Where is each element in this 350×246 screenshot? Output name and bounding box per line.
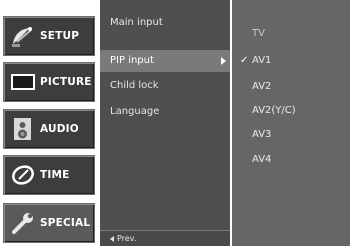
- option-label: AV1: [252, 55, 272, 66]
- category-label: SETUP: [40, 30, 80, 42]
- pip-input-options: TV ✓ AV1 AV2 AV2(Y/C) AV3 AV4: [232, 0, 350, 246]
- prev-button[interactable]: Prev.: [100, 230, 230, 246]
- check-icon: ✓: [240, 55, 249, 66]
- submenu-item-child-lock[interactable]: Child lock: [100, 75, 230, 97]
- chevron-left-icon: [110, 235, 114, 242]
- category-label: SPECIAL: [40, 217, 91, 229]
- category-picture[interactable]: PICTURE: [3, 62, 95, 102]
- option-label: AV4: [252, 154, 272, 165]
- submenu-item-label: Main input: [110, 17, 163, 28]
- submenu-item-label: PIP input: [110, 55, 154, 66]
- option-av3[interactable]: AV3: [232, 125, 350, 145]
- tv-osd-menu: SETUP PICTURE AUDIO TIME SPECIAL Main in…: [0, 0, 350, 246]
- category-label: PICTURE: [40, 76, 92, 88]
- prev-label: Prev.: [117, 234, 137, 243]
- submenu-item-pip-input[interactable]: PIP input: [100, 50, 230, 72]
- option-av2-yc[interactable]: AV2(Y/C): [232, 101, 350, 121]
- category-label: AUDIO: [40, 123, 79, 135]
- screen-icon: [11, 74, 35, 90]
- option-av1[interactable]: ✓ AV1: [232, 51, 350, 71]
- satellite-dish-icon: [12, 27, 32, 47]
- option-av2[interactable]: AV2: [232, 77, 350, 97]
- category-column: SETUP PICTURE AUDIO TIME SPECIAL: [0, 0, 98, 246]
- submenu-item-language[interactable]: Language: [100, 101, 230, 123]
- submenu-item-label: Child lock: [110, 80, 159, 91]
- category-time[interactable]: TIME: [3, 155, 95, 195]
- clock-icon: [12, 165, 34, 185]
- chevron-right-icon: [221, 57, 226, 65]
- option-label: AV2: [252, 81, 272, 92]
- option-av4[interactable]: AV4: [232, 150, 350, 170]
- category-label: TIME: [40, 169, 70, 181]
- submenu-item-main-input[interactable]: Main input: [100, 12, 230, 34]
- category-special[interactable]: SPECIAL: [3, 203, 95, 243]
- option-label: TV: [252, 28, 265, 39]
- special-submenu: Main input PIP input Child lock Language…: [100, 0, 230, 246]
- category-setup[interactable]: SETUP: [3, 16, 95, 56]
- speaker-icon: [14, 118, 31, 140]
- option-label: AV3: [252, 129, 272, 140]
- option-tv[interactable]: TV: [232, 24, 350, 44]
- category-audio[interactable]: AUDIO: [3, 109, 95, 149]
- option-label: AV2(Y/C): [252, 105, 296, 116]
- wrench-icon: [12, 213, 33, 234]
- submenu-item-label: Language: [110, 106, 160, 117]
